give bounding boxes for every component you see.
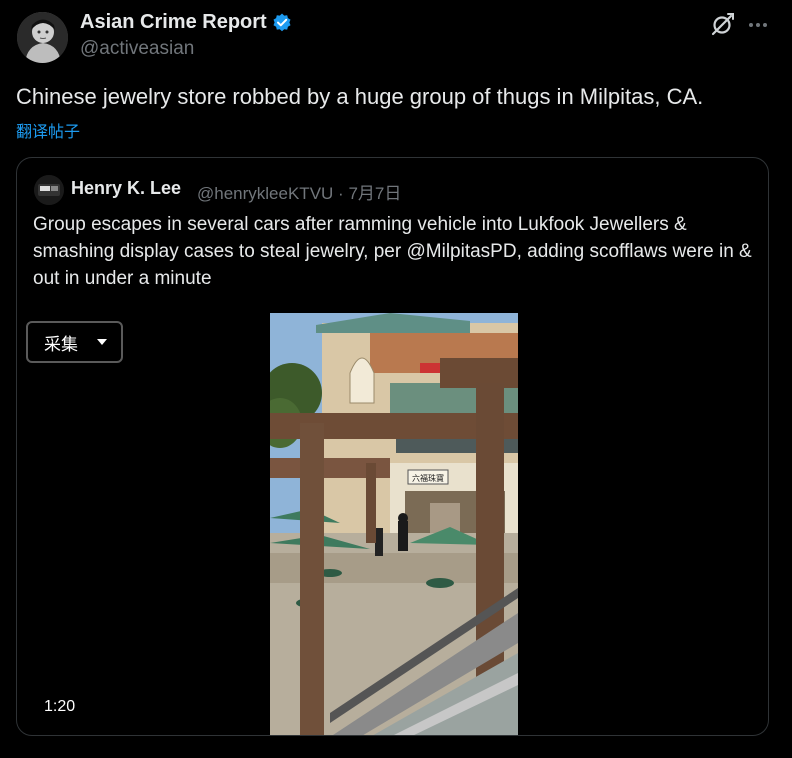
video-duration: 1:20 <box>44 698 76 715</box>
quote-separator: · <box>338 184 344 203</box>
quote-author-handle[interactable]: @henrykleeKTVU <box>197 184 333 203</box>
quote-date[interactable]: 7月7日 <box>348 184 401 203</box>
video-player[interactable]: 六福珠寶 <box>270 313 518 735</box>
quote-author-name[interactable]: Henry K. Lee <box>71 178 181 199</box>
video-thumbnail: 六福珠寶 <box>270 313 518 735</box>
verified-badge-icon <box>271 12 293 34</box>
grok-icon[interactable] <box>709 12 735 38</box>
tweet-page: Asian Crime Report @activeasian Chinese … <box>0 0 792 758</box>
chevron-down-icon <box>97 339 107 345</box>
store-sign-text: 六福珠寶 <box>412 473 444 483</box>
more-icon[interactable] <box>745 12 771 38</box>
collect-dropdown-button[interactable]: 采集 <box>26 321 123 363</box>
post-text: Chinese jewelry store robbed by a huge g… <box>16 84 704 109</box>
author-name[interactable]: Asian Crime Report <box>80 11 293 34</box>
quote-text: Group escapes in several cars after ramm… <box>33 214 752 289</box>
author-avatar[interactable] <box>17 12 68 63</box>
collect-label: 采集 <box>44 334 78 354</box>
quote-meta: @henrykleeKTVU · 7月7日 <box>197 179 401 204</box>
quote-author-avatar[interactable] <box>34 175 64 205</box>
translate-post-link[interactable]: 翻译帖子 <box>16 118 80 142</box>
author-name-text[interactable]: Asian Crime Report <box>80 11 267 34</box>
author-handle[interactable]: @activeasian <box>80 38 194 60</box>
quoted-post-card[interactable]: Henry K. Lee @henrykleeKTVU · 7月7日 Group… <box>16 157 769 736</box>
